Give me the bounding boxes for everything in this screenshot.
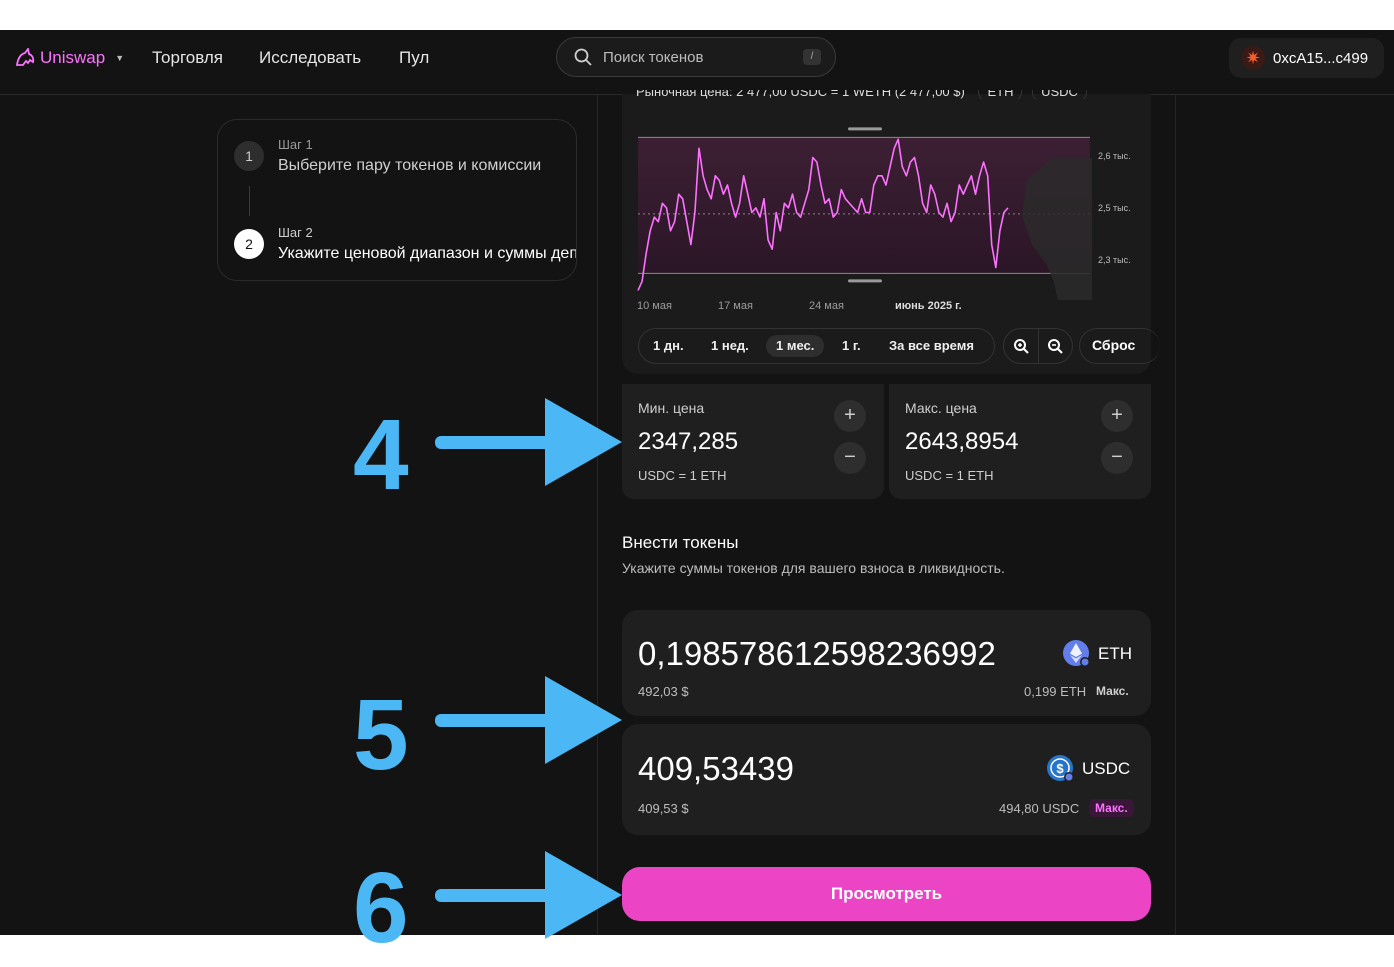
x-date-label: июнь 2025 г. bbox=[895, 300, 962, 312]
search-shortcut-badge: / bbox=[803, 49, 821, 65]
deposit-subtitle: Укажите суммы токенов для вашего взноса … bbox=[622, 560, 1005, 576]
wallet-button[interactable]: ✷ 0xcA15...c499 bbox=[1229, 38, 1384, 78]
usdc-usd-value: 409,53 $ bbox=[638, 801, 689, 816]
step-2-title[interactable]: Укажите ценовой диапазон и суммы депозит… bbox=[278, 245, 576, 263]
brand-name: Uniswap bbox=[40, 48, 106, 67]
step-1-number: 1 bbox=[234, 141, 264, 171]
column-divider-right bbox=[1175, 94, 1176, 935]
wallet-avatar-icon: ✷ bbox=[1241, 46, 1265, 70]
reset-label: Сброс bbox=[1092, 337, 1136, 353]
range-1m-button[interactable]: 1 мес. bbox=[766, 335, 825, 357]
range-1y-button[interactable]: 1 г. bbox=[832, 335, 871, 357]
max-price-input[interactable]: 2643,8954 bbox=[905, 428, 1018, 456]
step-2-number: 2 bbox=[234, 229, 264, 259]
usdc-balance: 494,80 USDC bbox=[999, 801, 1080, 816]
nav-link-pool[interactable]: Пул bbox=[399, 48, 429, 68]
chevron-down-icon[interactable]: ▼ bbox=[115, 53, 124, 63]
reset-button[interactable]: Сброс bbox=[1079, 328, 1160, 364]
search-input[interactable]: Поиск токенов / bbox=[556, 37, 836, 77]
annotation-number: 5 bbox=[353, 679, 409, 791]
eth-token-icon bbox=[1063, 640, 1090, 667]
usdc-token-icon: $ bbox=[1047, 755, 1074, 782]
column-divider-left bbox=[597, 94, 598, 935]
nav-link-explore[interactable]: Исследовать bbox=[259, 48, 361, 68]
annotation-arrow-icon bbox=[435, 676, 622, 764]
min-drag-handle bbox=[848, 279, 882, 283]
annotation-number: 6 bbox=[353, 852, 409, 964]
min-price-label: Мин. цена bbox=[638, 400, 705, 416]
eth-symbol[interactable]: ETH bbox=[1098, 644, 1132, 664]
zoom-controls bbox=[1003, 328, 1073, 364]
annotation-arrow-icon bbox=[435, 398, 622, 486]
nav-link-trade[interactable]: Торговля bbox=[152, 48, 223, 68]
review-button[interactable]: Просмотреть bbox=[622, 867, 1151, 921]
top-nav: Uniswap ▼ Торговля Исследовать Пул Поиск… bbox=[0, 30, 1394, 95]
usdc-amount-input[interactable]: 409,53439 bbox=[638, 750, 794, 788]
x-date-label: 17 мая bbox=[718, 300, 753, 312]
max-price-increase-button[interactable]: + bbox=[1101, 400, 1133, 432]
price-line-chart[interactable] bbox=[622, 120, 1151, 300]
eth-max-button[interactable]: Макс. bbox=[1090, 682, 1135, 700]
max-price-unit: USDC = 1 ETH bbox=[905, 468, 994, 483]
app-window: Uniswap ▼ Торговля Исследовать Пул Поиск… bbox=[0, 30, 1394, 935]
search-icon bbox=[574, 48, 592, 66]
max-drag-handle bbox=[848, 127, 882, 131]
eth-deposit-box: 0,198578612598236992 492,03 $ ETH 0,199 … bbox=[622, 610, 1151, 716]
min-price-input[interactable]: 2347,285 bbox=[638, 428, 738, 456]
max-price-decrease-button[interactable]: − bbox=[1101, 442, 1133, 474]
eth-usd-value: 492,03 $ bbox=[638, 684, 689, 699]
zoom-out-icon[interactable] bbox=[1047, 338, 1063, 354]
annotation-number: 4 bbox=[353, 399, 409, 511]
min-price-unit: USDC = 1 ETH bbox=[638, 468, 727, 483]
liquidity-histogram bbox=[1022, 158, 1092, 300]
time-range-selector: 1 дн. 1 нед. 1 мес. 1 г. За все время bbox=[638, 328, 995, 364]
min-price-increase-button[interactable]: + bbox=[834, 400, 866, 432]
max-price-label: Макс. цена bbox=[905, 400, 977, 416]
svg-text:$: $ bbox=[1056, 761, 1064, 776]
eth-balance: 0,199 ETH bbox=[1024, 684, 1087, 699]
step-1-label: Шаг 1 bbox=[278, 137, 313, 152]
min-price-decrease-button[interactable]: − bbox=[834, 442, 866, 474]
search-placeholder: Поиск токенов bbox=[603, 48, 704, 66]
zoom-in-icon[interactable] bbox=[1013, 338, 1029, 354]
step-2-label: Шаг 2 bbox=[278, 225, 313, 240]
step-connector bbox=[249, 186, 250, 216]
y-tick-label: 2,3 тыс. bbox=[1098, 255, 1131, 265]
y-tick-label: 2,5 тыс. bbox=[1098, 203, 1131, 213]
zoom-divider bbox=[1038, 329, 1039, 363]
brand-logo[interactable]: Uniswap ▼ bbox=[14, 48, 124, 68]
deposit-title: Внести токены bbox=[622, 533, 739, 552]
max-price-box: Макс. цена 2643,8954 USDC = 1 ETH + − bbox=[889, 384, 1151, 499]
range-1d-button[interactable]: 1 дн. bbox=[643, 335, 694, 357]
x-date-label: 10 мая bbox=[637, 300, 672, 312]
usdc-symbol[interactable]: USDC bbox=[1082, 759, 1130, 779]
unicorn-icon bbox=[15, 48, 35, 66]
range-1w-button[interactable]: 1 нед. bbox=[701, 335, 759, 357]
min-price-box: Мин. цена 2347,285 USDC = 1 ETH + − bbox=[622, 384, 884, 499]
range-all-button[interactable]: За все время bbox=[879, 335, 984, 357]
eth-amount-input[interactable]: 0,198578612598236992 bbox=[638, 635, 996, 673]
usdc-deposit-box: 409,53439 409,53 $ $ USDC 494,80 USDC Ма… bbox=[622, 724, 1151, 835]
usdc-max-button[interactable]: Макс. bbox=[1089, 799, 1134, 817]
steps-panel: 1 Шаг 1 Выберите пару токенов и комиссии… bbox=[217, 119, 577, 281]
wallet-address: 0xcA15...c499 bbox=[1273, 49, 1369, 67]
y-tick-label: 2,6 тыс. bbox=[1098, 151, 1131, 161]
x-date-label: 24 мая bbox=[809, 300, 844, 312]
step-1-title[interactable]: Выберите пару токенов и комиссии bbox=[278, 157, 541, 175]
annotation-arrow-icon bbox=[435, 851, 622, 939]
